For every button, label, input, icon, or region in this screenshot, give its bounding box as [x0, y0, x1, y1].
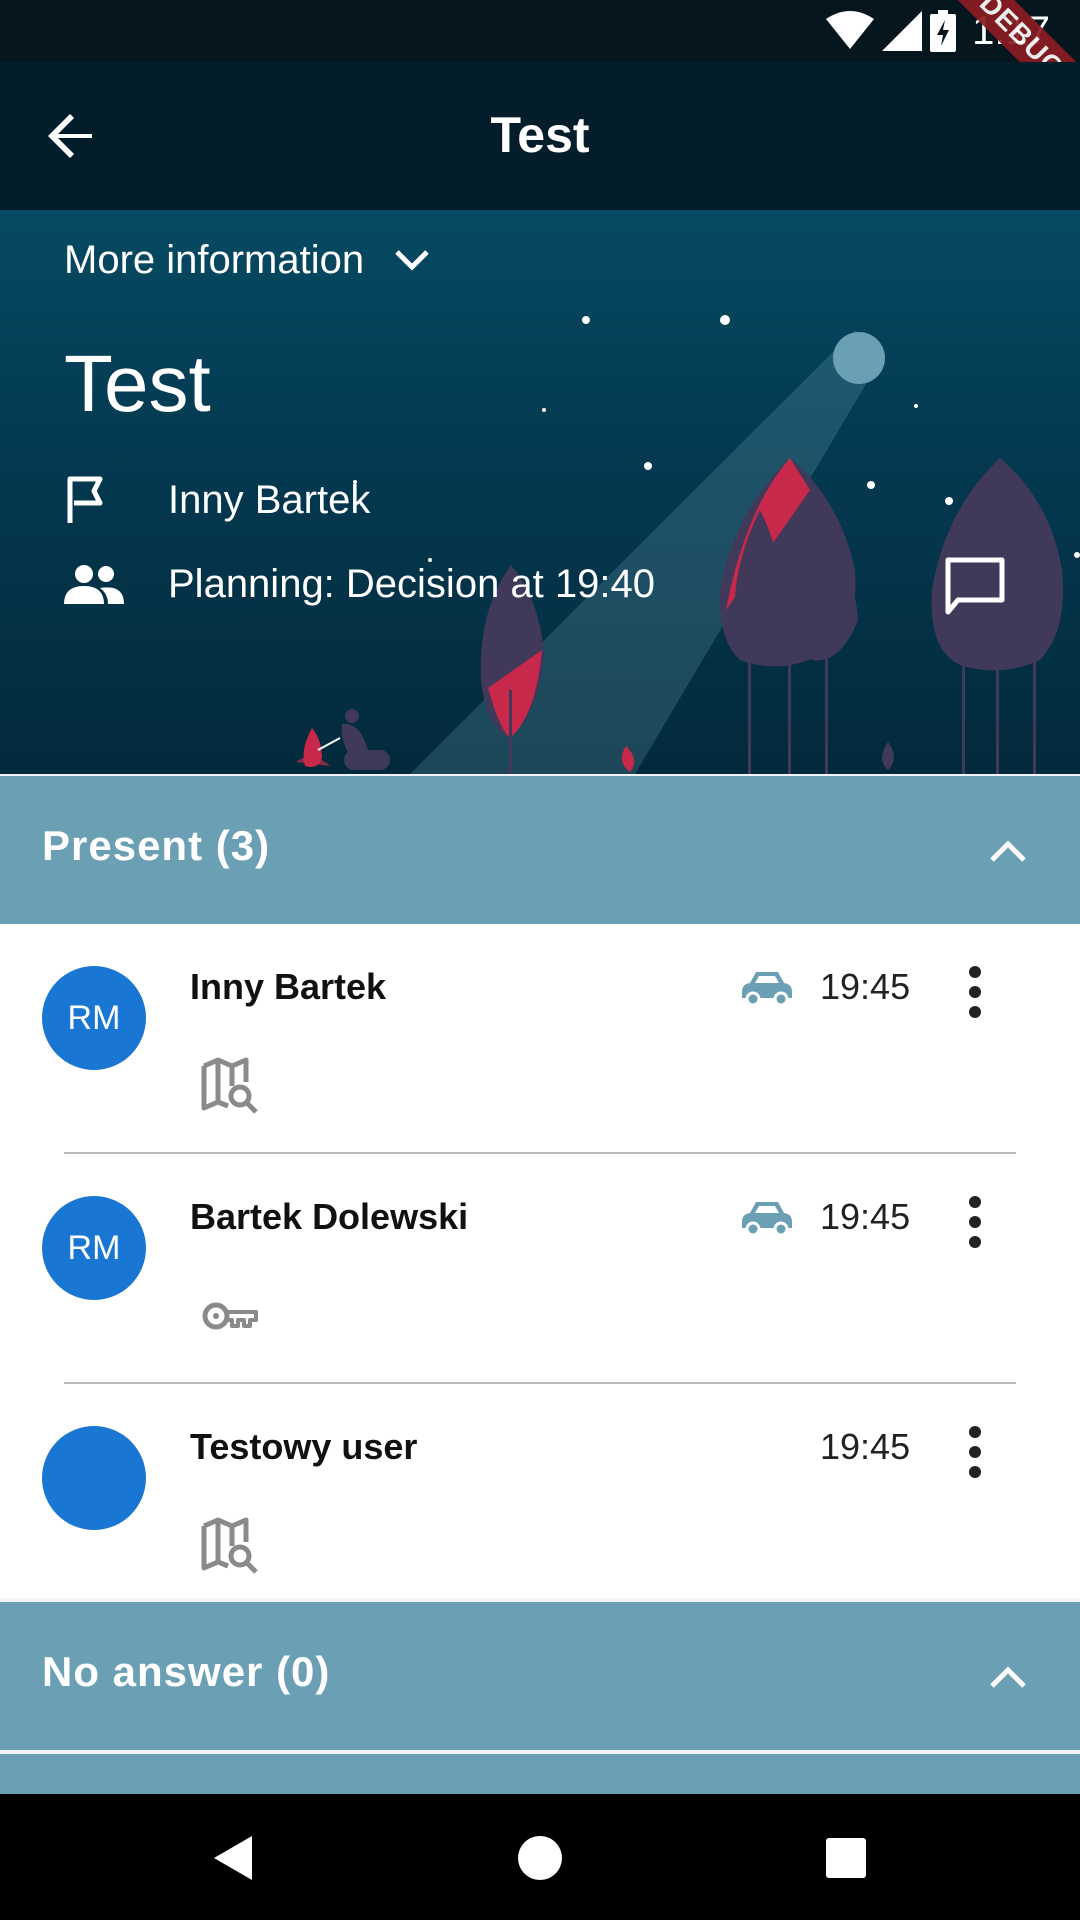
chevron-up-icon: [990, 1666, 1026, 1688]
more-vert-icon[interactable]: [960, 964, 990, 1020]
next-section-header-partial[interactable]: [0, 1754, 1080, 1794]
list-item[interactable]: Testowy user 19:45: [0, 1384, 1080, 1614]
more-information-toggle[interactable]: More information: [64, 238, 430, 283]
signal-icon: [882, 11, 923, 51]
nav-recents-icon[interactable]: [818, 1830, 874, 1886]
planning-status: Planning: Decision at 19:40: [168, 561, 655, 606]
organizer-name: Inny Bartek: [168, 477, 371, 522]
arrival-time: 19:45: [820, 966, 911, 1007]
present-section-title: Present (3): [42, 822, 271, 869]
member-name: Bartek Dolewski: [190, 1196, 469, 1237]
arrival-time: 19:45: [820, 1426, 911, 1467]
no-answer-section-title: No answer (0): [42, 1648, 331, 1695]
car-icon: [742, 972, 792, 1006]
more-vert-icon[interactable]: [960, 1424, 990, 1480]
present-section-header[interactable]: Present (3): [0, 776, 1080, 924]
status-bar: 1:17 DEBUG: [0, 0, 1080, 135]
key-icon[interactable]: [200, 1286, 260, 1346]
page-title: Test: [490, 107, 590, 163]
chat-icon[interactable]: [942, 554, 1008, 620]
map-search-icon[interactable]: [200, 1516, 260, 1576]
organizer-row: Inny Bartek: [64, 472, 370, 528]
avatar: [42, 1426, 146, 1530]
no-answer-section-header[interactable]: No answer (0): [0, 1602, 1080, 1750]
arrival-time: 19:45: [820, 1196, 911, 1237]
event-title: Test: [64, 339, 211, 428]
event-header: More information Test Inny Bartek Planni…: [0, 210, 1080, 774]
avatar: RM: [42, 966, 146, 1070]
chevron-down-icon: [395, 249, 429, 271]
group-icon: [64, 565, 124, 604]
nav-home-icon[interactable]: [512, 1830, 568, 1886]
flag-icon: [67, 476, 103, 523]
member-name: Testowy user: [190, 1426, 418, 1467]
member-name: Inny Bartek: [190, 966, 387, 1007]
app-bar: Test: [0, 62, 1080, 210]
present-member-list: RM Inny Bartek 19:45 RM Bartek Dolewski …: [0, 924, 1080, 1598]
more-vert-icon[interactable]: [960, 1194, 990, 1250]
battery-charging-icon: [930, 10, 957, 52]
list-item[interactable]: RM Inny Bartek 19:45: [0, 924, 1080, 1154]
car-icon: [742, 1202, 792, 1236]
nav-back-icon[interactable]: [206, 1830, 262, 1886]
chevron-up-icon: [990, 840, 1026, 862]
list-item[interactable]: RM Bartek Dolewski 19:45: [0, 1154, 1080, 1384]
status-row: Planning: Decision at 19:40: [64, 556, 655, 612]
wifi-icon: [826, 11, 875, 49]
avatar: RM: [42, 1196, 146, 1300]
system-navigation-bar: [0, 1794, 1080, 1920]
more-information-label: More information: [64, 238, 365, 282]
map-search-icon[interactable]: [200, 1056, 260, 1116]
